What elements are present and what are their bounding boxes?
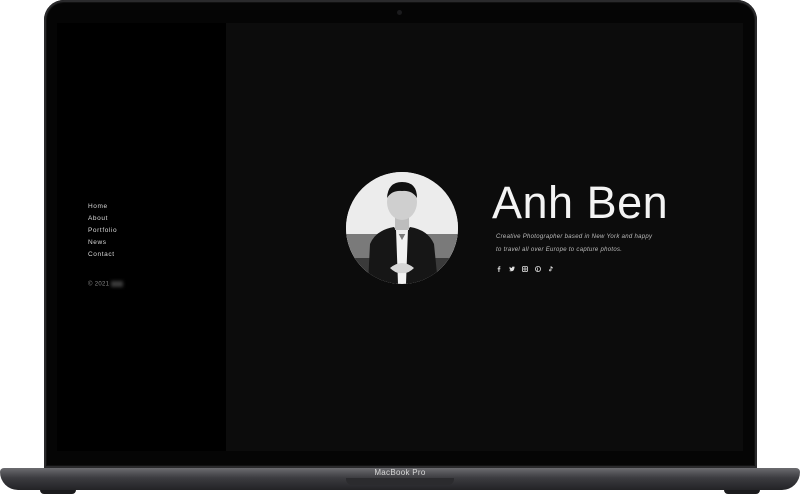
sidebar: Home About Portfolio News Contact © 2021 xyxy=(57,23,226,451)
blurred-copyright-owner xyxy=(111,281,124,287)
nav-about-link[interactable]: About xyxy=(88,213,117,225)
hero-section: Anh Ben Creative Photographer based in N… xyxy=(226,23,743,451)
nav-portfolio-link[interactable]: Portfolio xyxy=(88,225,117,237)
copyright-label: © 2021 xyxy=(88,281,110,288)
twitter-icon[interactable] xyxy=(509,266,515,272)
social-links xyxy=(496,266,554,272)
hero-bio-line-2: to travel all over Europe to capture pho… xyxy=(496,246,623,253)
left-foot xyxy=(40,490,76,494)
profile-photo-illustration xyxy=(346,172,458,284)
website-screen: Home About Portfolio News Contact © 2021 xyxy=(57,23,743,451)
hero-name: Anh Ben xyxy=(492,177,669,228)
laptop-mockup: Home About Portfolio News Contact © 2021 xyxy=(0,0,800,503)
nav-contact-link[interactable]: Contact xyxy=(88,249,117,261)
hero-bio-line-1: Creative Photographer based in New York … xyxy=(496,234,653,240)
camera-dot xyxy=(397,10,402,15)
laptop-base: MacBook Pro xyxy=(0,468,800,490)
profile-photo xyxy=(346,172,458,284)
right-foot xyxy=(724,490,760,494)
main-nav: Home About Portfolio News Contact xyxy=(88,201,117,261)
base-notch xyxy=(346,478,454,485)
copyright-text: © 2021 xyxy=(88,281,124,288)
tiktok-icon[interactable] xyxy=(548,266,554,272)
device-label: MacBook Pro xyxy=(374,468,426,477)
instagram-icon[interactable] xyxy=(522,266,528,272)
pinterest-icon[interactable] xyxy=(535,266,541,272)
facebook-icon[interactable] xyxy=(496,266,502,272)
nav-news-link[interactable]: News xyxy=(88,237,117,249)
hero-bio: Creative Photographer based in New York … xyxy=(496,231,696,256)
nav-home-link[interactable]: Home xyxy=(88,201,117,213)
